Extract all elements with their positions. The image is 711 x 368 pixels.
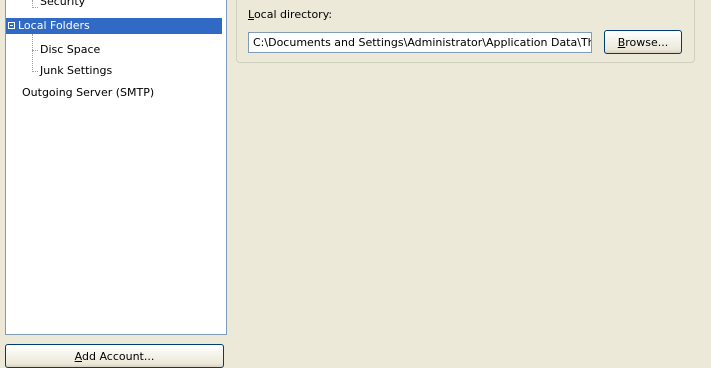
tree-item-label: Junk Settings [40, 64, 113, 77]
add-account-accel: A [74, 350, 82, 363]
tree-connector [32, 34, 33, 72]
collapse-icon[interactable] [8, 22, 15, 29]
tree-item-outgoing-server[interactable]: Outgoing Server (SMTP) [20, 85, 156, 101]
local-directory-label-text: ocal directory: [253, 8, 333, 21]
tree-item-disc-space[interactable]: Disc Space [38, 42, 102, 58]
tree-item-label: Outgoing Server (SMTP) [22, 86, 155, 99]
local-directory-input[interactable]: C:\Documents and Settings\Administrator\… [248, 32, 592, 53]
browse-label: rowse... [625, 36, 669, 49]
add-account-label: dd Account... [81, 350, 155, 363]
local-directory-label: Local directory: [248, 8, 332, 22]
tree-item-junk-settings[interactable]: Junk Settings [38, 63, 114, 79]
tree-item-label: Security [40, 0, 86, 8]
tree-item-label: Local Folders [18, 19, 90, 32]
tree-item-local-folders[interactable]: Local Folders [6, 18, 222, 34]
tree-item-security[interactable]: Security [38, 0, 87, 10]
add-account-button[interactable]: Add Account... [5, 344, 224, 368]
tree-item-label: Disc Space [40, 43, 101, 56]
local-directory-value: C:\Documents and Settings\Administrator\… [253, 36, 592, 49]
browse-button[interactable]: Browse... [604, 30, 682, 54]
account-tree[interactable]: Security Local Folders Disc Space Junk S… [5, 0, 227, 335]
